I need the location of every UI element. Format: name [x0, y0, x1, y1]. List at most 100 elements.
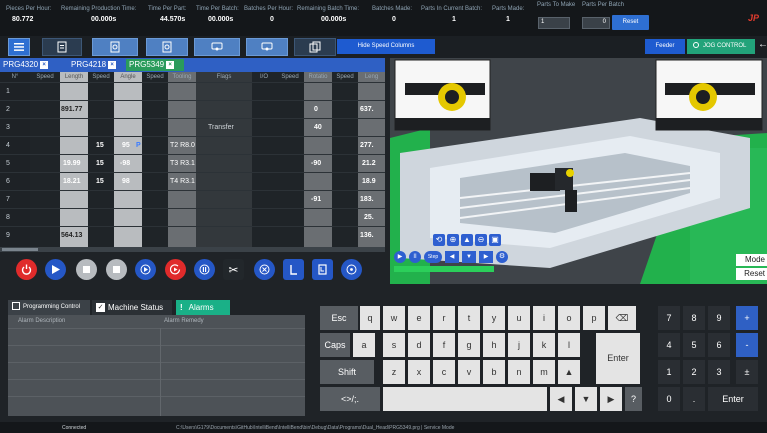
drive-download-button[interactable]: [246, 38, 288, 56]
cell-rotation[interactable]: 40: [314, 119, 322, 137]
key-b[interactable]: b: [483, 360, 505, 384]
settings-file-button[interactable]: [92, 38, 138, 56]
pan-right-icon[interactable]: ▶: [479, 251, 493, 263]
key-w[interactable]: w: [383, 306, 405, 330]
key-5[interactable]: 5: [683, 333, 705, 357]
key-d[interactable]: d: [408, 333, 430, 357]
key-plus[interactable]: +: [736, 306, 758, 330]
key-e[interactable]: e: [408, 306, 430, 330]
cell-length[interactable]: 18.21: [63, 173, 81, 191]
play-icon[interactable]: ▶: [394, 251, 406, 263]
cell-length[interactable]: 891.77: [61, 101, 82, 119]
cell-angle[interactable]: -98: [120, 155, 130, 173]
key-f[interactable]: f: [433, 333, 455, 357]
key-arrow-left[interactable]: ◀: [550, 387, 572, 411]
bend-right-button[interactable]: [312, 259, 333, 280]
key-symbols[interactable]: <>/;.: [320, 387, 380, 411]
key-m[interactable]: m: [533, 360, 555, 384]
key-space[interactable]: [383, 387, 547, 411]
jog-control-button[interactable]: JOG CONTROL: [687, 39, 755, 54]
key-numpad-enter[interactable]: Enter: [708, 387, 758, 411]
cell-rotation[interactable]: -90: [311, 155, 321, 173]
pause-icon[interactable]: II: [409, 251, 421, 263]
cell-speed[interactable]: 15: [96, 137, 104, 155]
key-backspace[interactable]: ⌫: [608, 306, 636, 330]
cell-leng[interactable]: 18.9: [362, 173, 376, 191]
options-button[interactable]: [341, 259, 362, 280]
cell-length[interactable]: 564.13: [61, 227, 82, 245]
key-3[interactable]: 3: [708, 360, 730, 384]
cell-angle[interactable]: 95: [122, 137, 130, 155]
key-7[interactable]: 7: [658, 306, 680, 330]
tab-prg4320[interactable]: PRG4320 ×: [0, 59, 64, 71]
key-decimal[interactable]: .: [683, 387, 705, 411]
scrollbar-thumb[interactable]: [2, 248, 38, 251]
stop-button[interactable]: [76, 259, 97, 280]
start-button[interactable]: [45, 259, 66, 280]
cell-flags[interactable]: Transfer: [208, 119, 234, 137]
machine-3d-view[interactable]: ⟲ ⊕ ▲ ⊖ ▣ ▶ II Step ◀ ▼ ▶ ⚙ Mode Reset: [390, 58, 767, 284]
menu-button[interactable]: [8, 38, 30, 56]
cell-leng[interactable]: 25.: [364, 209, 374, 227]
document-button[interactable]: [42, 38, 82, 56]
key-j[interactable]: j: [508, 333, 530, 357]
pan-left-icon[interactable]: ◀: [445, 251, 459, 263]
cycle-start-button[interactable]: [165, 259, 186, 280]
key-6[interactable]: 6: [708, 333, 730, 357]
step-button[interactable]: Step: [424, 251, 442, 263]
settings-gear-icon[interactable]: ⚙: [496, 251, 508, 263]
program-table[interactable]: N° Speed Length Speed Angle Speed Toolin…: [0, 72, 385, 251]
key-p[interactable]: p: [583, 306, 605, 330]
tab-alarms[interactable]: ! Alarms: [176, 300, 230, 315]
key-8[interactable]: 8: [683, 306, 705, 330]
key-plus-minus[interactable]: ±: [736, 360, 758, 384]
camera-icon[interactable]: ▣: [489, 234, 501, 246]
feeder-button[interactable]: Feeder: [645, 39, 685, 54]
key-shift[interactable]: Shift: [320, 360, 374, 384]
cell-leng[interactable]: 183.: [360, 191, 374, 209]
key-4[interactable]: 4: [658, 333, 680, 357]
table-row[interactable]: 8 25.: [0, 208, 385, 226]
cell-tooling[interactable]: T4 R3.1: [170, 173, 195, 191]
pan-down-icon[interactable]: ▼: [462, 251, 476, 263]
key-caps[interactable]: Caps: [320, 333, 350, 357]
key-enter[interactable]: Enter: [596, 333, 640, 384]
key-h[interactable]: h: [483, 333, 505, 357]
key-c[interactable]: c: [433, 360, 455, 384]
cell-leng[interactable]: 21.2: [362, 155, 376, 173]
table-row[interactable]: 9 564.13 136.: [0, 226, 385, 244]
key-9[interactable]: 9: [708, 306, 730, 330]
cell-angle[interactable]: 98: [122, 173, 130, 191]
tab-prg5349[interactable]: PRG5349 ×: [126, 59, 184, 71]
key-arrow-up[interactable]: ▲: [558, 360, 580, 384]
alarm-row[interactable]: [8, 396, 305, 413]
alarm-row[interactable]: [8, 345, 305, 362]
alarm-list[interactable]: Alarm Description Alarm Remedy: [8, 315, 305, 416]
key-q[interactable]: q: [360, 306, 380, 330]
zoom-in-icon[interactable]: ⊕: [447, 234, 459, 246]
cell-rotation[interactable]: 0: [314, 101, 318, 119]
close-icon[interactable]: ×: [166, 60, 175, 69]
cell-leng[interactable]: 277.: [360, 137, 374, 155]
key-o[interactable]: o: [558, 306, 580, 330]
table-row[interactable]: 4 15 95 P T2 R8.0 277.: [0, 136, 385, 154]
alarm-row[interactable]: [8, 328, 305, 345]
copy-button[interactable]: [294, 38, 336, 56]
key-2[interactable]: 2: [683, 360, 705, 384]
clear-button[interactable]: [254, 259, 275, 280]
parts-to-make-input[interactable]: 1: [538, 17, 570, 29]
zoom-out-icon[interactable]: ⊖: [475, 234, 487, 246]
key-u[interactable]: u: [508, 306, 530, 330]
cell-tooling[interactable]: T3 R3.1: [170, 155, 195, 173]
key-arrow-down[interactable]: ▼: [575, 387, 597, 411]
key-z[interactable]: z: [383, 360, 405, 384]
key-n[interactable]: n: [508, 360, 530, 384]
table-row[interactable]: 1: [0, 82, 385, 100]
cell-leng[interactable]: 637.: [360, 101, 374, 119]
key-t[interactable]: t: [458, 306, 480, 330]
reset-counters-button[interactable]: Reset: [612, 15, 649, 30]
key-r[interactable]: r: [433, 306, 455, 330]
bend-left-button[interactable]: [283, 259, 304, 280]
pan-up-icon[interactable]: ▲: [461, 234, 473, 246]
cell-length[interactable]: 19.99: [63, 155, 81, 173]
